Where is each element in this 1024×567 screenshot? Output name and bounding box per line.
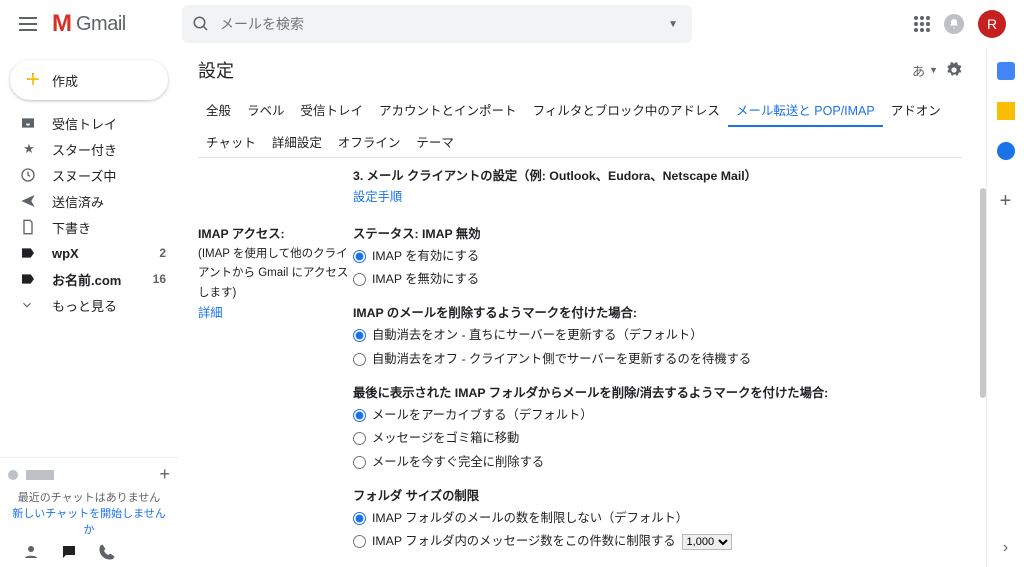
lf-delete-label: メールを今すぐ完全に削除する [372, 451, 544, 474]
tab-1[interactable]: ラベル [239, 94, 293, 126]
hangouts-phone-icon[interactable] [98, 543, 116, 561]
sidebar-item-5[interactable]: wpX2 [0, 240, 178, 266]
search-input[interactable] [220, 16, 664, 32]
imap-access-sub: (IMAP を使用して他のクライアントから Gmail にアクセスします) [198, 245, 353, 304]
autoexpunge-off-radio[interactable] [353, 353, 366, 366]
lf-delete-radio[interactable] [353, 456, 366, 469]
search-bar[interactable]: ▼ [182, 5, 692, 43]
star-icon: ★ [20, 141, 38, 157]
apps-icon[interactable] [914, 16, 930, 32]
lf-trash-label: メッセージをゴミ箱に移動 [372, 427, 519, 450]
account-avatar[interactable]: R [978, 10, 1006, 38]
main-menu-button[interactable] [8, 4, 48, 44]
notifications-icon[interactable] [944, 14, 964, 34]
addons-plus-icon[interactable]: + [1000, 190, 1012, 213]
calendar-icon[interactable] [997, 62, 1015, 80]
gmail-logo[interactable]: M Gmail [52, 10, 152, 38]
start-chat-link[interactable]: 新しいチャットを開始しませんか [8, 505, 170, 537]
tasks-icon[interactable] [997, 142, 1015, 160]
imap-enable-radio[interactable] [353, 250, 366, 263]
chat-panel: + 最近のチャットはありません 新しいチャットを開始しませんか [0, 457, 178, 567]
tab-6[interactable]: アドオン [883, 94, 949, 126]
input-method-dropdown[interactable]: ▼ [929, 65, 938, 75]
page-title: 設定 [198, 57, 234, 83]
tab-9[interactable]: オフライン [330, 126, 409, 157]
search-icon [192, 15, 210, 33]
sidebar: + 作成 受信トレイ★スター付きスヌーズ中送信済み下書きwpX2お名前.com1… [0, 48, 178, 567]
chat-empty-text: 最近のチャットはありません [8, 489, 170, 505]
send-icon [20, 193, 38, 209]
folder-limit-radio[interactable] [353, 535, 366, 548]
settings-tabs: 全般ラベル受信トレイアカウントとインポートフィルタとブロック中のアドレスメール転… [198, 88, 962, 158]
autoexpunge-off-label: 自動消去をオフ - クライアント側でサーバーを更新するのを待機する [372, 348, 751, 371]
autoexpunge-on-radio[interactable] [353, 329, 366, 342]
folder-unlimit-radio[interactable] [353, 512, 366, 525]
gmail-m-icon: M [52, 10, 72, 38]
tab-0[interactable]: 全般 [198, 94, 239, 126]
imap-status: ステータス: IMAP 無効 [353, 224, 962, 245]
lf-trash-radio[interactable] [353, 432, 366, 445]
imap-disable-label: IMAP を無効にする [372, 268, 479, 291]
hangouts-chat-icon[interactable] [60, 543, 78, 561]
label-icon [20, 271, 38, 287]
input-method-button[interactable]: あ [912, 61, 925, 80]
scrollbar-thumb[interactable] [980, 188, 986, 398]
sidebar-item-4[interactable]: 下書き [0, 214, 178, 240]
tab-8[interactable]: 詳細設定 [264, 126, 330, 157]
config-instructions-link[interactable]: 設定手順 [353, 187, 962, 208]
tab-2[interactable]: 受信トレイ [293, 94, 372, 126]
folder-size-header: フォルダ サイズの制限 [353, 486, 962, 507]
sidebar-item-7[interactable]: もっと見る [0, 292, 178, 318]
hangouts-contact-icon[interactable] [22, 543, 40, 561]
label-icon [20, 245, 38, 261]
imap-detail-link[interactable]: 詳細 [198, 303, 353, 324]
sidebar-item-3[interactable]: 送信済み [0, 188, 178, 214]
tab-7[interactable]: チャット [198, 126, 264, 157]
inbox-icon [20, 115, 38, 131]
settings-gear-icon[interactable] [946, 62, 962, 78]
chat-status-dot [8, 470, 18, 480]
chat-name-placeholder [26, 470, 54, 480]
autoexpunge-on-label: 自動消去をオン - 直ちにサーバーを更新する（デフォルト） [372, 324, 703, 347]
imap-access-label: IMAP アクセス: [198, 224, 353, 245]
imap-disable-radio[interactable] [353, 273, 366, 286]
folder-unlimit-label: IMAP フォルダのメールの数を制限しない（デフォルト） [372, 507, 688, 530]
side-panel: + › [986, 48, 1024, 567]
keep-icon[interactable] [997, 102, 1015, 120]
clock-icon [20, 167, 38, 183]
tab-4[interactable]: フィルタとブロック中のアドレス [525, 94, 728, 126]
new-chat-button[interactable]: + [159, 464, 170, 485]
draft-icon [20, 219, 38, 235]
more-icon [20, 298, 38, 312]
sidebar-item-1[interactable]: ★スター付き [0, 136, 178, 162]
imap-enable-label: IMAP を有効にする [372, 245, 479, 268]
tab-10[interactable]: テーマ [408, 126, 462, 157]
mail-client-header: 3. メール クライアントの設定（例: Outlook、Eudora、Netsc… [353, 166, 962, 187]
search-options-dropdown[interactable]: ▼ [664, 15, 682, 34]
main-content: 設定 あ ▼ 全般ラベル受信トレイアカウントとインポートフィルタとブロック中のア… [178, 48, 986, 567]
sidebar-item-6[interactable]: お名前.com16 [0, 266, 178, 292]
lf-archive-label: メールをアーカイブする（デフォルト） [372, 404, 593, 427]
lf-archive-radio[interactable] [353, 409, 366, 422]
compose-label: 作成 [52, 71, 78, 90]
collapse-panel-icon[interactable]: › [1003, 539, 1008, 557]
lastfolder-header: 最後に表示された IMAP フォルダからメールを削除/消去するようマークを付けた… [353, 383, 962, 404]
folder-limit-label: IMAP フォルダ内のメッセージ数をこの件数に制限する [372, 530, 676, 553]
tab-5[interactable]: メール転送と POP/IMAP [728, 94, 883, 127]
tab-3[interactable]: アカウントとインポート [371, 94, 525, 126]
gmail-text: Gmail [76, 13, 126, 36]
expunge-header: IMAP のメールを削除するようマークを付けた場合: [353, 303, 962, 324]
plus-icon: + [26, 68, 40, 92]
compose-button[interactable]: + 作成 [10, 60, 168, 100]
folder-limit-select[interactable]: 1,000 [682, 534, 732, 550]
sidebar-item-0[interactable]: 受信トレイ [0, 110, 178, 136]
sidebar-item-2[interactable]: スヌーズ中 [0, 162, 178, 188]
